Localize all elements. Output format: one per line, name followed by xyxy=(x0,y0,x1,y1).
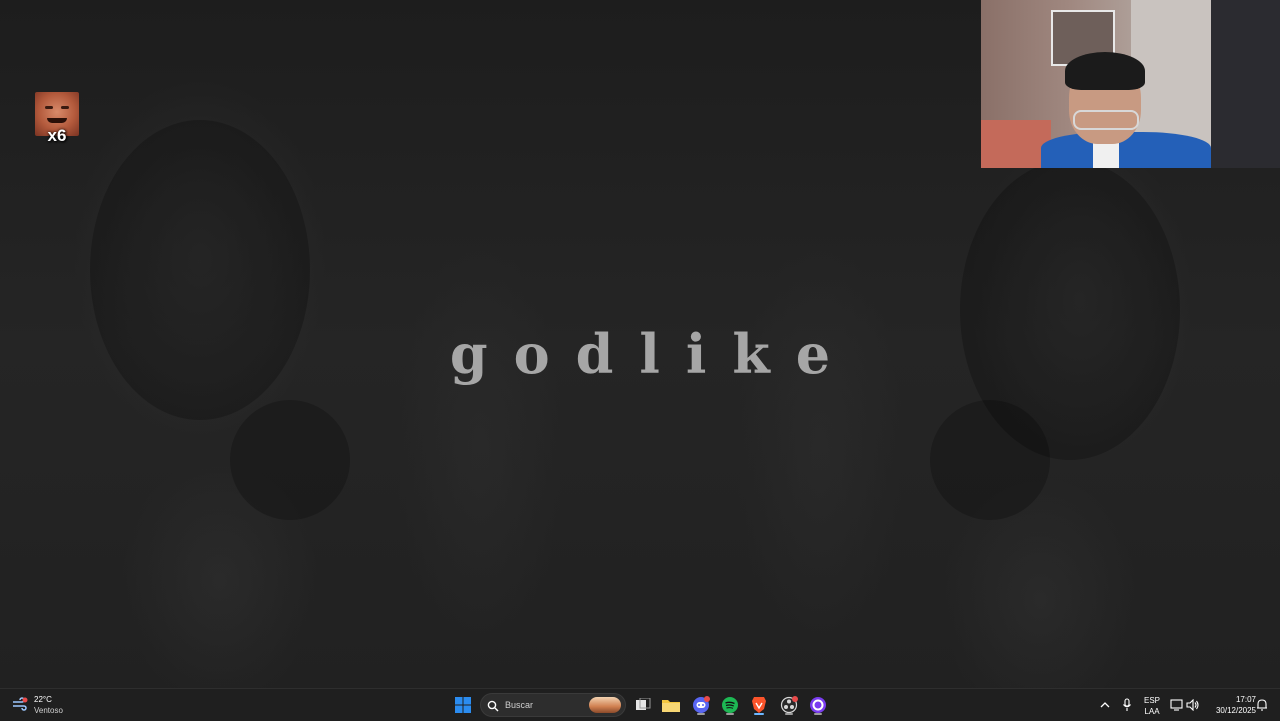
speaker-icon xyxy=(1186,699,1199,711)
circle-app-running-indicator xyxy=(814,713,822,715)
circle-app-button[interactable] xyxy=(807,694,829,716)
notification-bell-icon xyxy=(1257,699,1267,711)
search-icon xyxy=(487,699,499,717)
brave-active-indicator xyxy=(754,713,764,715)
task-view-icon xyxy=(636,698,651,710)
spotify-running-indicator xyxy=(726,713,734,715)
show-hidden-icons-button[interactable] xyxy=(1094,694,1116,716)
search-highlight-image xyxy=(589,697,621,713)
windows-logo-icon xyxy=(455,697,471,713)
volume-button[interactable] xyxy=(1182,694,1204,716)
file-explorer-button[interactable] xyxy=(660,694,682,716)
task-view-button[interactable] xyxy=(632,694,654,716)
wallpaper-title: godlike xyxy=(449,322,857,386)
discord-button[interactable] xyxy=(690,694,712,716)
taskbar-search-box[interactable]: Buscar xyxy=(480,693,626,717)
spotify-button[interactable] xyxy=(719,694,741,716)
chevron-up-icon xyxy=(1100,702,1110,708)
keyboard-layout-code: LAA xyxy=(1144,707,1160,716)
weather-temperature: 22°C xyxy=(34,695,52,704)
discord-icon xyxy=(693,696,710,713)
search-placeholder: Buscar xyxy=(505,700,534,710)
obs-running-indicator xyxy=(785,713,793,715)
clock-date: 30/12/2025 xyxy=(1215,706,1256,715)
microphone-icon xyxy=(1123,698,1131,711)
brave-lion-icon xyxy=(752,697,766,713)
spotify-icon xyxy=(722,697,738,713)
weather-condition: Ventoso xyxy=(34,706,63,715)
language-code: ESP xyxy=(1143,696,1160,705)
clock-time: 17:07 xyxy=(1235,695,1256,704)
folder-icon xyxy=(662,700,680,712)
taskbar: 22°C Ventoso Buscar ESP LAA 17:07 30/12/… xyxy=(0,688,1280,721)
circle-app-icon xyxy=(810,697,826,713)
notifications-button[interactable] xyxy=(1251,694,1273,716)
webcam-overlay xyxy=(981,0,1280,168)
microphone-button[interactable] xyxy=(1116,694,1138,716)
brave-button[interactable] xyxy=(748,694,770,716)
wind-weather-icon xyxy=(12,697,28,711)
start-button[interactable] xyxy=(452,694,474,716)
discord-running-indicator xyxy=(697,713,705,715)
emote-count-label: x6 xyxy=(47,126,67,145)
obs-icon xyxy=(780,696,798,714)
obs-button[interactable] xyxy=(778,694,800,716)
